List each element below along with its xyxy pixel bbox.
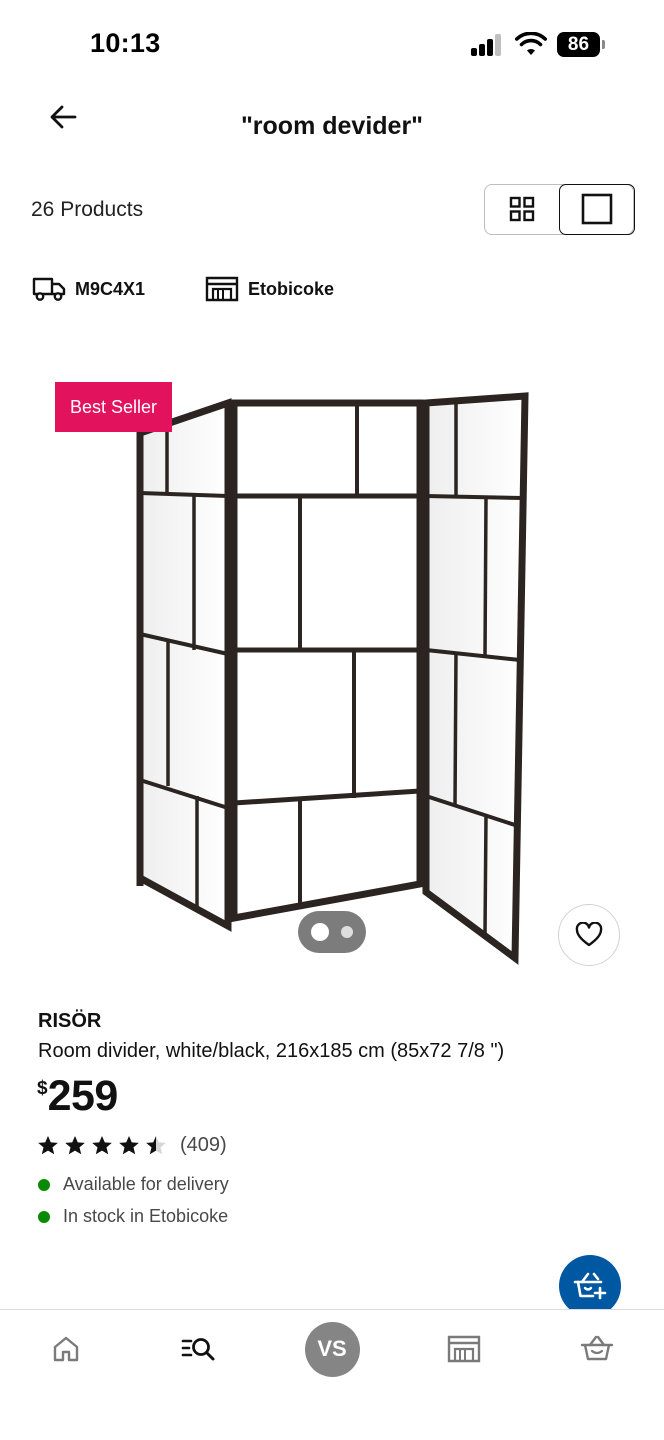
availability-store: In stock in Etobicoke [38, 1206, 228, 1227]
view-toggle [484, 183, 635, 235]
home-icon [53, 1336, 79, 1362]
delivery-postal-code[interactable]: M9C4X1 [32, 276, 145, 302]
store-icon [447, 1335, 481, 1363]
product-image[interactable] [110, 378, 550, 968]
grid-view-button[interactable] [485, 185, 559, 233]
product-count: 26 Products [31, 198, 144, 221]
shopping-basket-icon [580, 1335, 614, 1361]
review-count: (409) [180, 1134, 227, 1156]
status-time: 10:13 [90, 28, 161, 58]
rating-stars [37, 1135, 167, 1156]
cellular-signal-icon [471, 34, 505, 56]
wifi-icon [515, 32, 547, 55]
availability-delivery: Available for delivery [38, 1174, 229, 1195]
avatar: VS [304, 1321, 360, 1377]
nav-profile[interactable]: VS [292, 1310, 372, 1388]
heart-icon [575, 922, 603, 947]
carousel-dot [341, 926, 353, 938]
in-stock-dot-icon [38, 1178, 50, 1191]
star-icon [119, 1136, 139, 1155]
nav-stores[interactable] [424, 1310, 504, 1388]
product-name[interactable]: RISÖR [38, 1010, 101, 1033]
in-stock-dot-icon [38, 1210, 50, 1223]
battery-icon: 86 [557, 32, 605, 57]
nav-home[interactable] [26, 1310, 106, 1388]
page-title: "room devider" [240, 112, 424, 140]
delivery-truck-icon [32, 277, 66, 301]
carousel-dot-active [311, 923, 329, 941]
single-square-icon [581, 193, 612, 225]
search-list-icon [181, 1338, 215, 1361]
selected-store[interactable]: Etobicoke [205, 276, 334, 302]
price-currency: $ [37, 1078, 48, 1099]
nav-cart[interactable] [557, 1310, 637, 1388]
add-to-cart-button[interactable] [559, 1255, 621, 1317]
postal-code-label: M9C4X1 [75, 278, 146, 299]
status-bar: 10:13 86 [0, 0, 664, 92]
image-carousel-indicator[interactable] [298, 911, 366, 953]
price-amount: 259 [47, 1072, 119, 1120]
grid-icon [509, 196, 535, 222]
product-description: Room divider, white/black, 216x185 cm (8… [38, 1040, 505, 1062]
store-icon [205, 276, 239, 302]
single-view-button[interactable] [558, 183, 635, 235]
product-rating[interactable]: (409) [37, 1134, 227, 1157]
star-icon [92, 1136, 112, 1155]
store-name-label: Etobicoke [248, 278, 335, 299]
product-price: $259 [37, 1072, 118, 1121]
nav-search[interactable] [159, 1310, 239, 1388]
favorite-button[interactable] [558, 904, 620, 966]
availability-delivery-text: Available for delivery [63, 1174, 229, 1194]
half-star-icon [146, 1136, 166, 1155]
star-icon [65, 1136, 85, 1155]
bottom-nav: VS [0, 1309, 664, 1440]
availability-store-text: In stock in Etobicoke [63, 1206, 229, 1226]
shopping-basket-plus-icon [573, 1272, 607, 1300]
star-icon [38, 1136, 58, 1155]
battery-level: 86 [557, 32, 600, 57]
best-seller-badge: Best Seller [55, 382, 172, 432]
